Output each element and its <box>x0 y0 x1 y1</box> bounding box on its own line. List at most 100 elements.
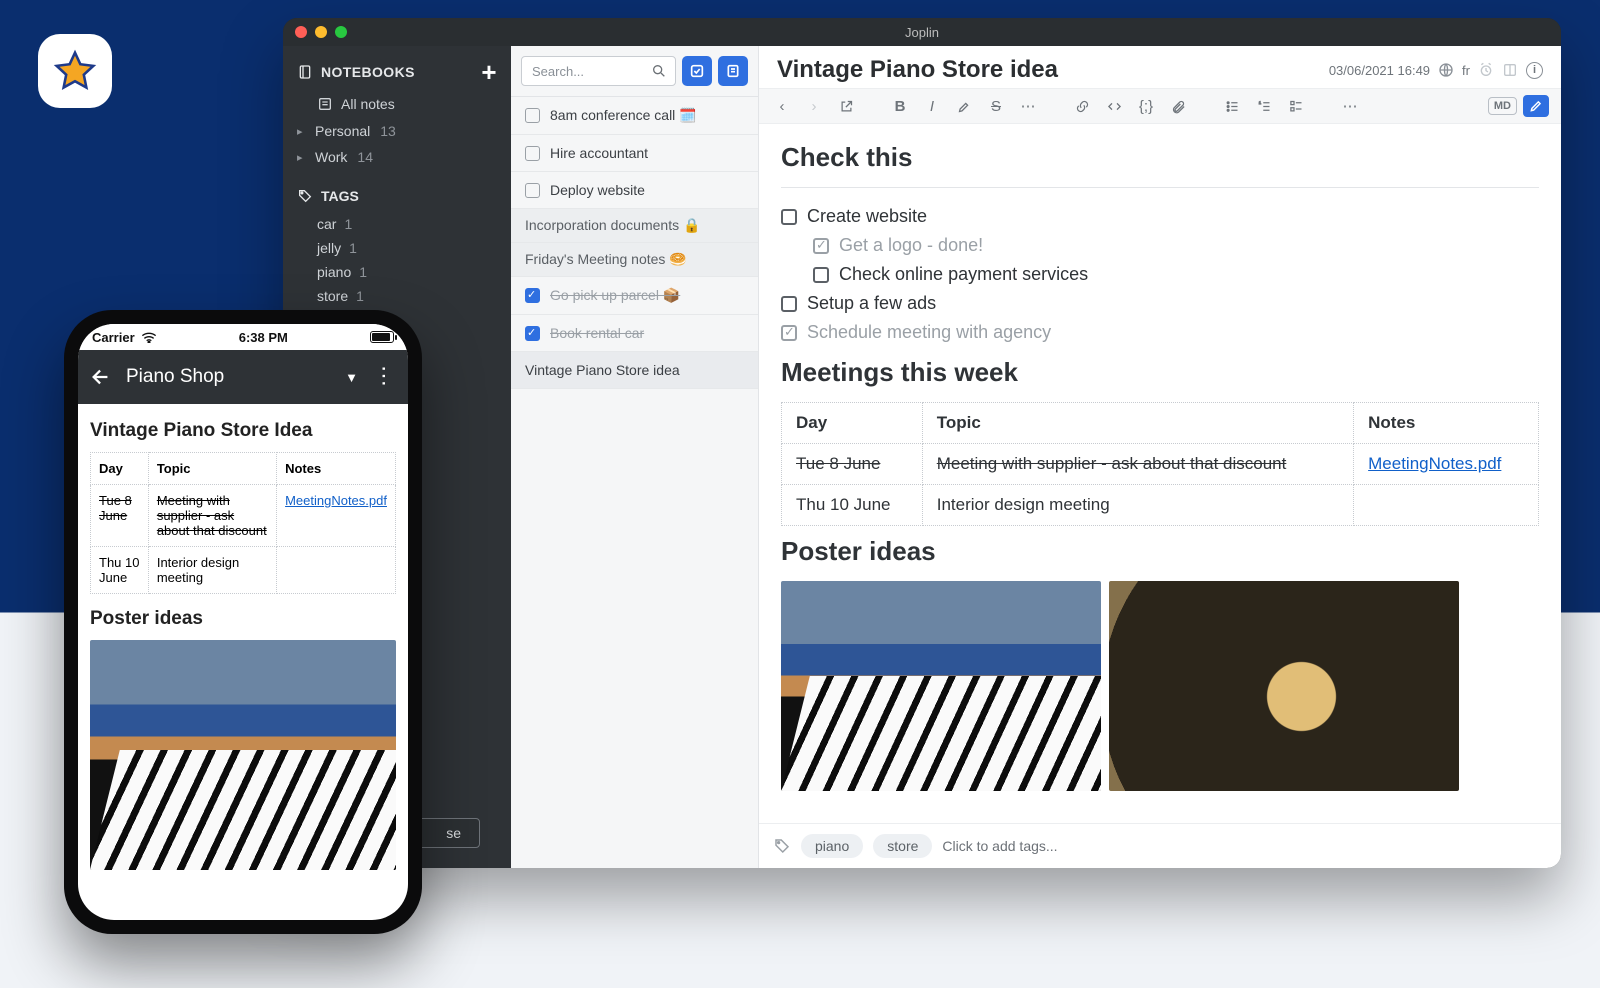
checklist-item[interactable]: Create website <box>781 202 1539 231</box>
new-todo-button[interactable] <box>682 56 712 86</box>
window-title: Joplin <box>283 25 1561 40</box>
table-header: Day <box>782 403 923 444</box>
tag-pill[interactable]: piano <box>801 834 863 858</box>
highlight-button[interactable] <box>953 95 975 117</box>
tag-icon <box>297 188 313 204</box>
note-item[interactable]: Hire accountant <box>511 135 758 172</box>
poster-image-record <box>1109 581 1459 791</box>
nav-forward-button[interactable]: › <box>803 95 825 117</box>
code-button[interactable] <box>1103 95 1125 117</box>
info-icon[interactable]: i <box>1526 62 1543 79</box>
checkbox-icon[interactable] <box>813 267 829 283</box>
meeting-notes-link[interactable]: MeetingNotes.pdf <box>1368 454 1501 473</box>
checklist-item[interactable]: Get a logo - done! <box>781 231 1539 260</box>
more-toolbar-button[interactable]: ⋯ <box>1339 95 1361 117</box>
sidebar-notebooks-header: NOTEBOOKS + <box>283 56 511 90</box>
checkbox-icon[interactable] <box>525 326 540 341</box>
table-row: Tue 8 June Meeting with supplier - ask a… <box>782 444 1539 485</box>
note-item-selected[interactable]: Vintage Piano Store idea <box>511 352 758 389</box>
note-list: Search... 8am conference call 🗓️ Hire ac… <box>511 46 759 868</box>
note-item[interactable]: Incorporation documents 🔒 <box>511 209 758 243</box>
desktop-window: Joplin NOTEBOOKS + All notes ▸ <box>283 18 1561 868</box>
checkbox-icon[interactable] <box>781 325 797 341</box>
sidebar-tag-jelly[interactable]: jelly1 <box>283 236 511 260</box>
table-header: Notes <box>1354 403 1539 444</box>
checklist-item[interactable]: Check online payment services <box>781 260 1539 289</box>
lang-label[interactable]: fr <box>1462 63 1470 78</box>
note-timestamp: 03/06/2021 16:49 <box>1329 63 1430 78</box>
sidebar-tags-label: TAGS <box>321 188 359 204</box>
toggle-editor-button[interactable] <box>1523 95 1549 117</box>
note-title[interactable]: Vintage Piano Store idea <box>777 56 1058 84</box>
checkbox-icon[interactable] <box>525 146 540 161</box>
number-list-button[interactable]: 1 <box>1253 95 1275 117</box>
sidebar-tag-piano[interactable]: piano1 <box>283 260 511 284</box>
note-item[interactable]: Deploy website <box>511 172 758 209</box>
globe-icon[interactable] <box>1438 62 1454 78</box>
back-button[interactable] <box>90 366 112 388</box>
sidebar-item-count: 14 <box>357 149 373 165</box>
markdown-badge[interactable]: MD <box>1488 97 1517 115</box>
sidebar-notebooks-label: NOTEBOOKS <box>321 64 415 80</box>
phone-mockup: Carrier 6:38 PM Piano Shop ▼ ⋯ Vintage P… <box>64 310 422 934</box>
new-note-button[interactable] <box>718 56 748 86</box>
checklist-item[interactable]: Schedule meeting with agency <box>781 318 1539 347</box>
bullet-list-button[interactable] <box>1221 95 1243 117</box>
sidebar-tag-store[interactable]: store1 <box>283 284 511 308</box>
checkbox-icon[interactable] <box>525 288 540 303</box>
alarm-icon[interactable] <box>1478 62 1494 78</box>
italic-button[interactable]: I <box>921 95 943 117</box>
search-input[interactable]: Search... <box>521 56 676 86</box>
codeblock-button[interactable]: {;} <box>1135 95 1157 117</box>
window-titlebar: Joplin <box>283 18 1561 46</box>
meetings-table: Day Topic Notes Tue 8 June Meeting with … <box>781 402 1539 526</box>
checkbox-icon[interactable] <box>813 238 829 254</box>
phone-content[interactable]: Vintage Piano Store Idea Day Topic Notes… <box>78 404 408 920</box>
sidebar-item-all-notes[interactable]: All notes <box>283 90 511 118</box>
editor-content[interactable]: Check this Create website Get a logo - d… <box>759 124 1561 823</box>
bold-button[interactable]: B <box>889 95 911 117</box>
strike-button[interactable]: S <box>985 95 1007 117</box>
sidebar-item-personal[interactable]: ▸ Personal 13 <box>283 118 511 144</box>
dropdown-icon[interactable]: ▼ <box>345 370 358 385</box>
checkbox-icon[interactable] <box>781 296 797 312</box>
checklist-item[interactable]: Setup a few ads <box>781 289 1539 318</box>
attach-button[interactable] <box>1167 95 1189 117</box>
sidebar-item-work[interactable]: ▸ Work 14 <box>283 144 511 170</box>
table-row: Thu 10 June Interior design meeting <box>91 547 396 594</box>
phone-meetings-table: Day Topic Notes Tue 8 June Meeting with … <box>90 452 396 594</box>
section-heading: Check this <box>781 142 1539 173</box>
editor-meta: 03/06/2021 16:49 fr i <box>1329 62 1543 79</box>
poster-image-piano <box>781 581 1101 791</box>
note-item[interactable]: Go pick up parcel 📦 <box>511 277 758 315</box>
poster-row <box>781 581 1539 791</box>
add-notebook-button[interactable]: + <box>481 62 497 82</box>
star-icon <box>53 49 97 93</box>
section-heading: Poster ideas <box>90 608 396 630</box>
all-notes-icon <box>317 96 333 112</box>
phone-poster-image <box>90 640 396 870</box>
layout-icon[interactable] <box>1502 62 1518 78</box>
table-row: Thu 10 June Interior design meeting <box>782 485 1539 526</box>
note-list-toolbar: Search... <box>511 46 758 97</box>
note-item[interactable]: Book rental car <box>511 315 758 352</box>
sidebar-tag-car[interactable]: car1 <box>283 212 511 236</box>
link-button[interactable] <box>1071 95 1093 117</box>
note-item[interactable]: 8am conference call 🗓️ <box>511 97 758 135</box>
checkbox-icon[interactable] <box>525 108 540 123</box>
check-list-button[interactable] <box>1285 95 1307 117</box>
checkbox-icon[interactable] <box>781 209 797 225</box>
external-link-icon[interactable] <box>835 95 857 117</box>
search-icon[interactable] <box>651 63 667 79</box>
tag-pill[interactable]: store <box>873 834 932 858</box>
svg-text:1: 1 <box>1258 101 1260 105</box>
sidebar-item-count: 13 <box>380 123 396 139</box>
add-tags-label[interactable]: Click to add tags... <box>942 838 1057 854</box>
more-format-button[interactable]: ⋯ <box>1017 95 1039 117</box>
more-menu-button[interactable]: ⋯ <box>371 365 397 389</box>
checkbox-icon[interactable] <box>525 183 540 198</box>
sidebar-item-label: Work <box>315 149 347 165</box>
meeting-notes-link[interactable]: MeetingNotes.pdf <box>285 493 387 508</box>
note-item[interactable]: Friday's Meeting notes 🥯 <box>511 243 758 277</box>
nav-back-button[interactable]: ‹ <box>771 95 793 117</box>
